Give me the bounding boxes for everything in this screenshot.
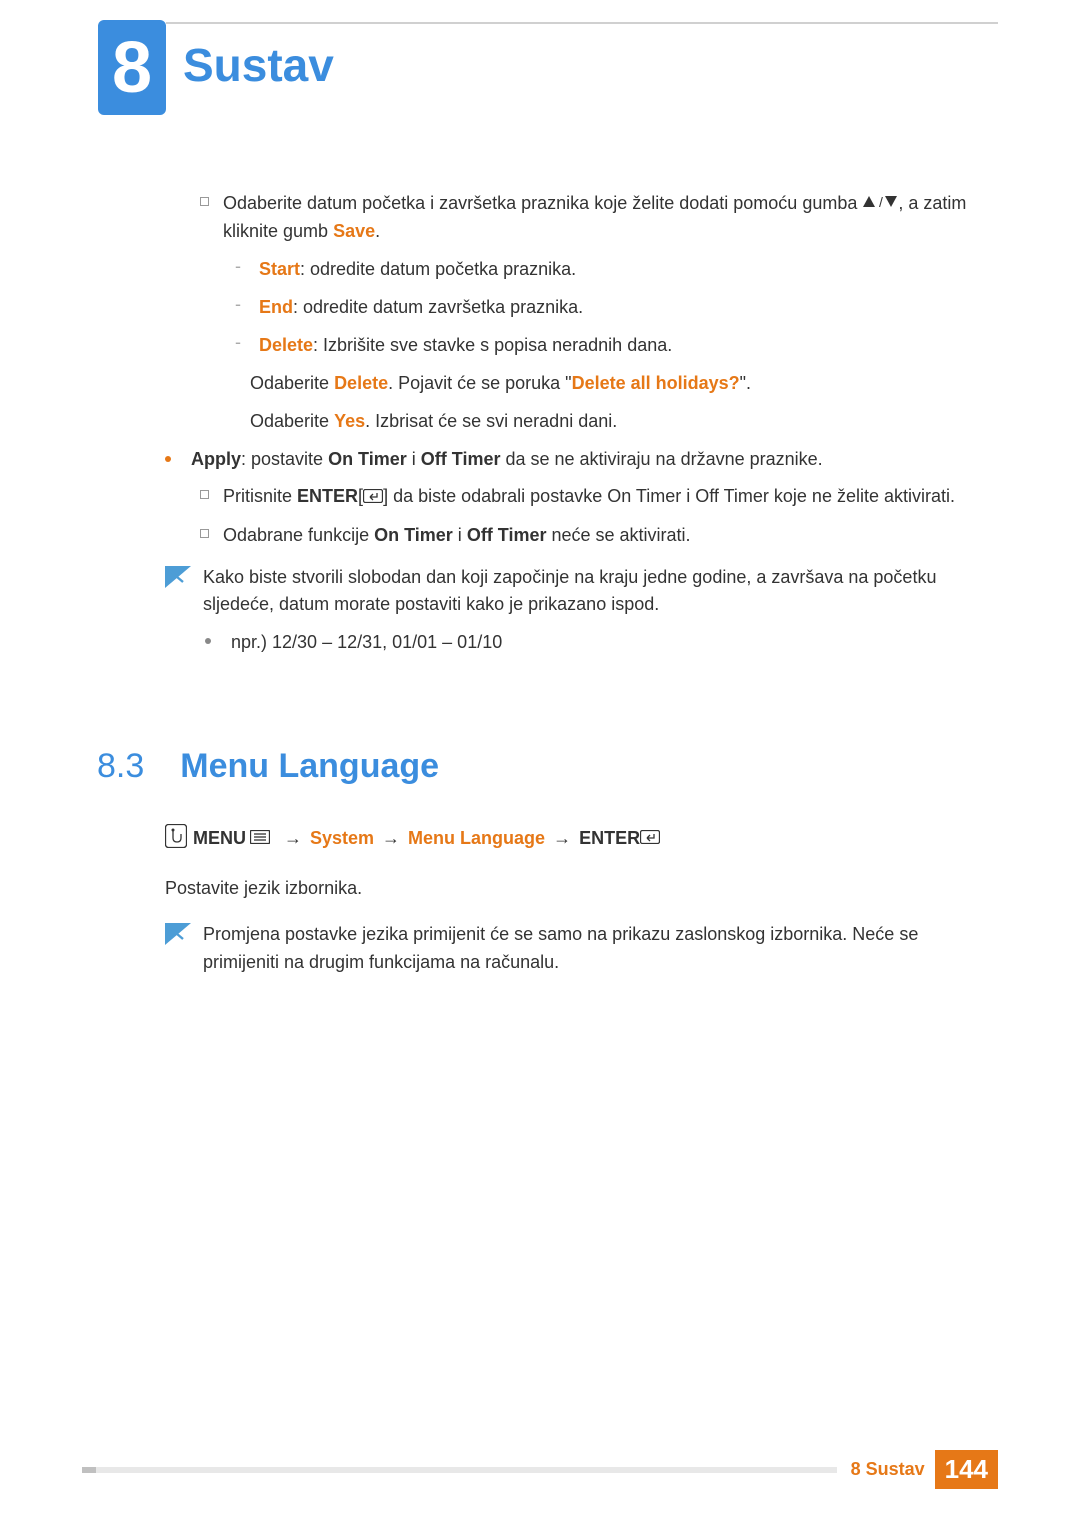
text: i — [407, 449, 421, 469]
note-icon — [165, 566, 191, 588]
text: : Izbrišite sve stavke s popisa neradnih… — [313, 335, 672, 355]
dash-item: - Delete: Izbrišite sve stavke s popisa … — [235, 332, 998, 360]
note-block: Promjena postavke jezika primijenit će s… — [165, 921, 998, 977]
ontimer-label: On Timer — [328, 449, 407, 469]
text-body: Odaberite datum početka i završetka praz… — [223, 190, 998, 246]
up-down-arrow-icon: / — [862, 190, 898, 218]
offtimer-label: Off Timer — [421, 449, 501, 469]
text: : postavite — [241, 449, 328, 469]
text-body: Pritisnite ENTER[ ] da biste odabrali po… — [223, 483, 955, 511]
start-label: Start — [259, 259, 300, 279]
text: da se ne aktiviraju na državne praznike. — [500, 449, 822, 469]
dash-icon: - — [235, 294, 241, 315]
text: neće se aktivirati. — [547, 525, 691, 545]
sub-text: Odaberite Yes. Izbrisat će se svi neradn… — [250, 408, 998, 436]
section-title: Menu Language — [180, 747, 439, 786]
yes-bold: Yes — [334, 411, 365, 431]
breadcrumb-menulang: Menu Language — [408, 828, 545, 849]
dot-item: Apply: postavite On Timer i Off Timer da… — [165, 446, 998, 474]
square-bullet-icon — [200, 197, 209, 206]
arrow-icon: → — [284, 828, 302, 849]
breadcrumb-system: System — [310, 828, 374, 849]
page-content: Odaberite datum početka i završetka praz… — [165, 190, 998, 987]
enter-label: ENTER — [297, 486, 358, 506]
text: Odaberite — [250, 373, 334, 393]
footer-page: 144 — [935, 1450, 998, 1489]
text: Odaberite datum početka i završetka praz… — [223, 193, 862, 213]
list-item: Odaberite datum početka i završetka praz… — [165, 190, 998, 246]
text: . Izbrisat će se svi neradni dani. — [365, 411, 617, 431]
delete-bold: Delete — [334, 373, 388, 393]
square-bullet-icon — [200, 529, 209, 538]
enter-icon — [640, 828, 660, 849]
text-body: Start: odredite datum početka praznika. — [259, 256, 576, 284]
save-label: Save — [333, 221, 375, 241]
footer-accent — [82, 1467, 96, 1473]
svg-text:/: / — [879, 195, 883, 209]
ontimer-label: On Timer — [374, 525, 453, 545]
arrow-icon: → — [382, 828, 400, 849]
text: Odabrane funkcije — [223, 525, 374, 545]
chapter-number: 8 — [112, 27, 152, 109]
square-bullet-icon — [200, 490, 209, 499]
text: : odredite datum završetka praznika. — [293, 297, 583, 317]
example-item: npr.) 12/30 – 12/31, 01/01 – 01/10 — [205, 629, 998, 657]
end-label: End — [259, 297, 293, 317]
text: . — [375, 221, 380, 241]
list-item: Pritisnite ENTER[ ] da biste odabrali po… — [165, 483, 998, 511]
section-number: 8.3 — [97, 747, 144, 786]
note-icon — [165, 923, 191, 945]
footer-label: 8 Sustav — [851, 1459, 925, 1480]
orange-dot-icon — [165, 456, 171, 462]
dash-icon: - — [235, 332, 241, 353]
menu-icon — [250, 828, 270, 849]
dash-icon: - — [235, 256, 241, 277]
text: da biste odabrali postavke On Timer i Of… — [388, 486, 955, 506]
chapter-title: Sustav — [183, 38, 334, 92]
gray-dot-icon — [205, 638, 211, 644]
dash-item: - End: odredite datum završetka praznika… — [235, 294, 998, 322]
header-rule — [166, 22, 998, 24]
text-body: End: odredite datum završetka praznika. — [259, 294, 583, 322]
note-text: Kako biste stvorili slobodan dan koji za… — [203, 564, 998, 620]
remote-hand-icon — [165, 824, 187, 853]
apply-label: Apply — [191, 449, 241, 469]
breadcrumb: MENU → System → Menu Language → ENTER — [165, 824, 998, 853]
enter-icon — [363, 484, 383, 512]
text: ". — [740, 373, 751, 393]
arrow-icon: → — [553, 828, 571, 849]
breadcrumb-enter: ENTER — [579, 828, 640, 849]
breadcrumb-menu: MENU — [193, 828, 246, 849]
delete-q-bold: Delete all holidays? — [572, 373, 740, 393]
sub-text: Odaberite Delete. Pojavit će se poruka "… — [250, 370, 998, 398]
lang-text: Postavite jezik izbornika. — [165, 875, 998, 903]
footer-bar — [96, 1467, 837, 1473]
example-text: npr.) 12/30 – 12/31, 01/01 – 01/10 — [231, 629, 502, 657]
text: Pritisnite — [223, 486, 297, 506]
text-body: Delete: Izbrišite sve stavke s popisa ne… — [259, 332, 672, 360]
text-body: Odabrane funkcije On Timer i Off Timer n… — [223, 522, 691, 550]
footer: 8 Sustav 144 — [82, 1450, 998, 1489]
note-text: Promjena postavke jezika primijenit će s… — [203, 921, 998, 977]
note-block: Kako biste stvorili slobodan dan koji za… — [165, 564, 998, 620]
text: i — [453, 525, 467, 545]
chapter-tab: 8 — [98, 20, 166, 115]
text: . Pojavit će se poruka " — [388, 373, 571, 393]
text: : odredite datum početka praznika. — [300, 259, 576, 279]
text-body: Apply: postavite On Timer i Off Timer da… — [191, 446, 823, 474]
text: Odaberite — [250, 411, 334, 431]
list-item: Odabrane funkcije On Timer i Off Timer n… — [165, 522, 998, 550]
offtimer-label: Off Timer — [467, 525, 547, 545]
section-heading: 8.3 Menu Language — [97, 747, 998, 786]
delete-label: Delete — [259, 335, 313, 355]
dash-item: - Start: odredite datum početka praznika… — [235, 256, 998, 284]
